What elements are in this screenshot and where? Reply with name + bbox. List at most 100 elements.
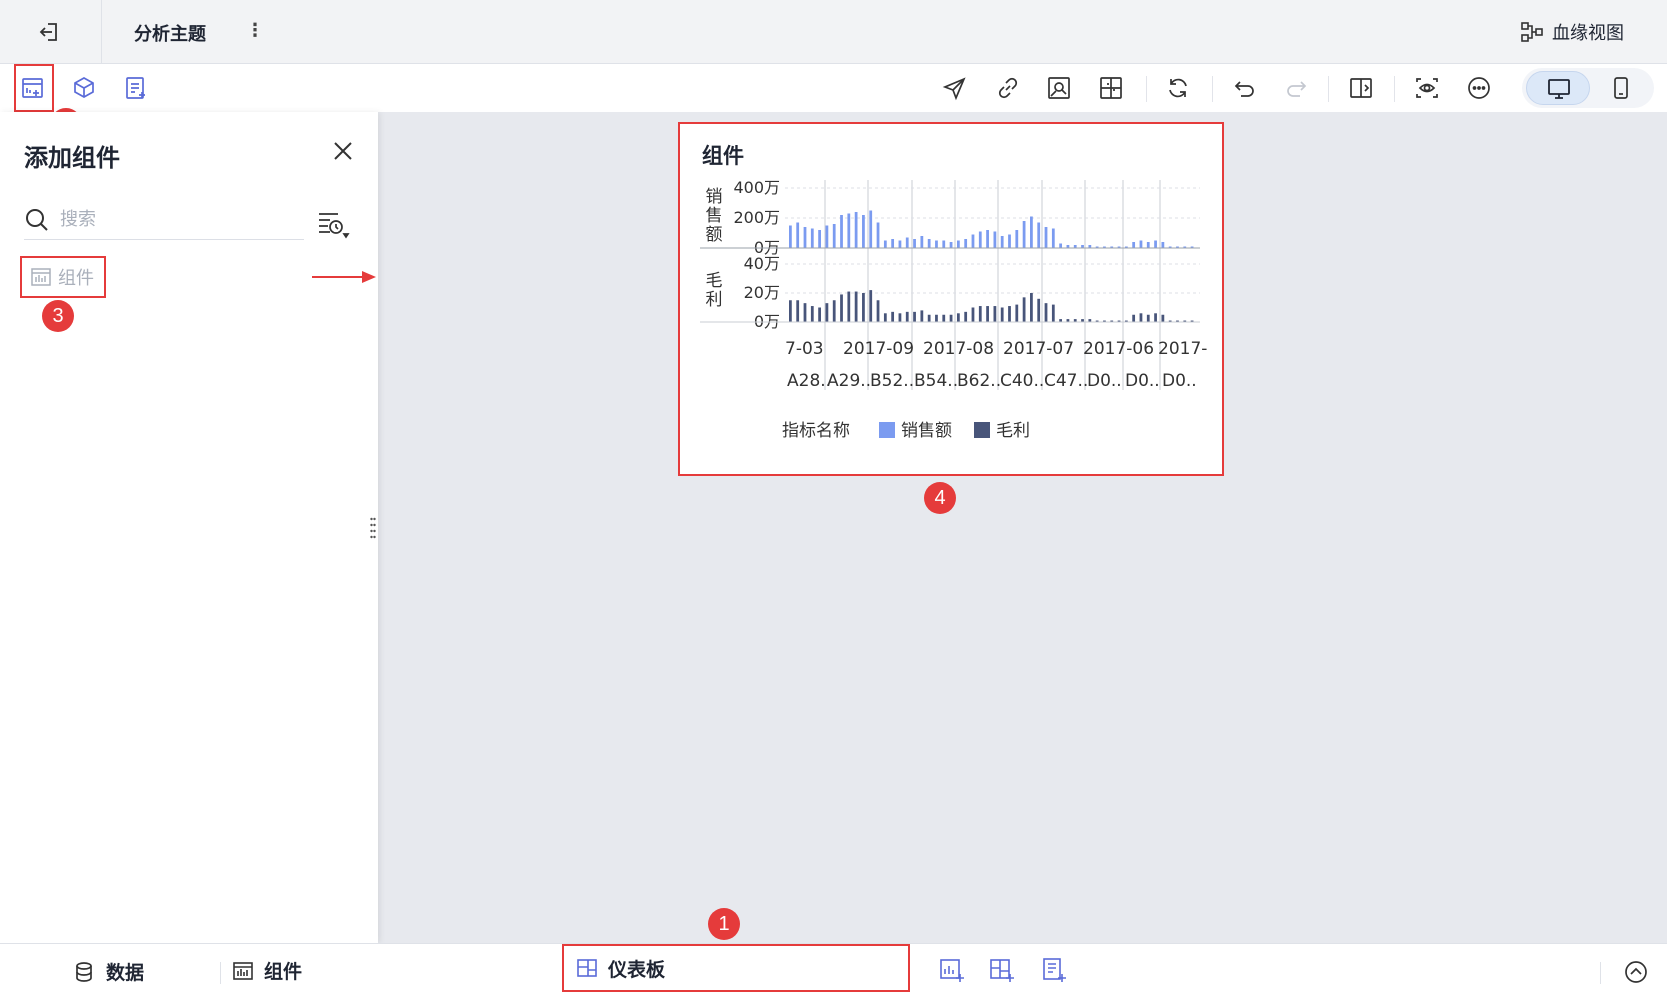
chart-bar [1146,314,1150,322]
add-component-panel: 添加组件 组件 [0,112,378,943]
x-tick-label: A28.. [787,371,831,391]
y-tick-label: 400万 [733,180,780,197]
more-vertical-icon[interactable]: ⋮ [246,20,264,44]
dashboard-tab[interactable]: 仪表板 [562,944,910,992]
chart-bar [913,239,916,248]
x-tick-label: D0.. [1162,371,1197,391]
chart-bar [876,300,880,322]
chart-widget[interactable]: 组件 400万 200万 0万销售额 40万 20万 0万毛利 7-03 2017-09 201… [678,122,1224,476]
annotation-badge-3: 3 [42,300,74,332]
chart-bar [789,300,792,322]
chart-bar [832,224,836,248]
redo-icon[interactable] [1282,74,1310,102]
search-box [24,200,304,240]
mobile-icon[interactable] [1607,74,1635,102]
desktop-view-button[interactable] [1526,71,1590,105]
component-item-label: 组件 [58,268,94,289]
chart-bar [1015,304,1019,322]
y-axis-label: 售 [706,206,723,226]
bottom-divider [1600,962,1601,984]
x-tick-label: D0.. [1087,371,1122,391]
refresh-icon[interactable] [1164,74,1192,102]
x-tick-label: C47.. [1044,371,1088,391]
exit-icon[interactable] [36,18,64,46]
chart-bar [1139,313,1143,322]
y-axis-label: 额 [706,225,723,245]
chart-bar [854,291,858,322]
annotation-badge-1: 1 [708,908,740,940]
chart-bar [920,310,924,322]
chart-bar [1044,303,1048,322]
chart-bar [810,306,814,322]
component-list-item[interactable]: 组件 [20,256,106,298]
more-icon[interactable] [1465,74,1493,102]
chart-bar [920,236,924,248]
add-chart-page-icon[interactable] [938,956,966,988]
chart-bar [956,240,960,248]
bottom-bar: 数据 组件 仪表板 [0,943,1667,1006]
chart-bar [964,311,968,322]
chart-bar [898,313,902,322]
topbar-divider [101,0,102,64]
layout-grid-icon[interactable] [1097,74,1125,102]
chart-bar [1000,307,1004,322]
split-panel-icon[interactable] [1347,74,1375,102]
preview-eye-icon[interactable] [1413,74,1441,102]
toolbar-separator [1328,76,1329,102]
chart-bar [993,306,997,322]
add-dataset-icon[interactable] [70,74,98,102]
page-title: 分析主题 [134,24,206,45]
x-tick-label: C40.. [1000,371,1044,391]
collapse-up-icon[interactable] [1622,958,1650,990]
chart-bar [942,240,946,248]
chart-bar [847,213,851,248]
chart: 400万200万0万销售额40万20万0万毛利7-03 2017-09 2017-0… [700,180,1207,441]
chart-bar [1132,242,1136,248]
data-tab-label: 数据 [106,962,145,984]
toolbar-separator [1394,76,1395,102]
lineage-view-button[interactable]: 血缘视图 [1520,18,1624,46]
x-tick-label: B62.. [957,371,1001,391]
chart-bar [840,215,843,248]
chart-bar [883,313,887,322]
chart-bar [1022,297,1026,322]
close-icon[interactable] [330,138,356,164]
legend-swatch [974,422,990,438]
add-text-icon[interactable] [122,74,150,102]
chart-bar [1044,227,1048,248]
search-input[interactable] [60,209,280,230]
image-search-icon[interactable] [1045,74,1073,102]
chart-bar [935,240,938,248]
chart-bar [971,307,975,322]
chart-bar [869,290,873,322]
chart-bar [1022,221,1026,248]
chart-bar [1037,222,1041,248]
x-tick-label: 2017- [1158,339,1207,359]
toolbar-separator [1212,76,1213,102]
legend-swatch [879,422,895,438]
chart-bar [869,210,873,248]
chart-bar [891,239,895,248]
chart-bar [1015,230,1019,248]
add-report-page-icon[interactable] [1040,956,1068,988]
drag-arrow [312,271,376,283]
data-tab[interactable]: 数据 [72,958,144,985]
add-dashboard-page-icon[interactable] [988,956,1016,988]
chart-bar [1008,306,1011,322]
link-icon[interactable] [994,74,1022,102]
chart-bar [927,239,931,248]
chart-bar [789,225,792,248]
undo-icon[interactable] [1231,74,1259,102]
chart-bar [927,314,931,322]
bar-chart-icon [233,961,253,980]
lineage-icon [1521,22,1543,42]
chart-bar [862,293,865,322]
sort-by-time-button[interactable] [316,208,356,244]
component-tab[interactable]: 组件 [232,957,302,984]
dashboard-icon [577,959,597,977]
chart-bar [854,212,858,248]
toolbar [0,64,1667,112]
send-icon[interactable] [941,74,969,102]
chart-bar [1008,234,1011,248]
resize-handle[interactable] [370,516,376,540]
